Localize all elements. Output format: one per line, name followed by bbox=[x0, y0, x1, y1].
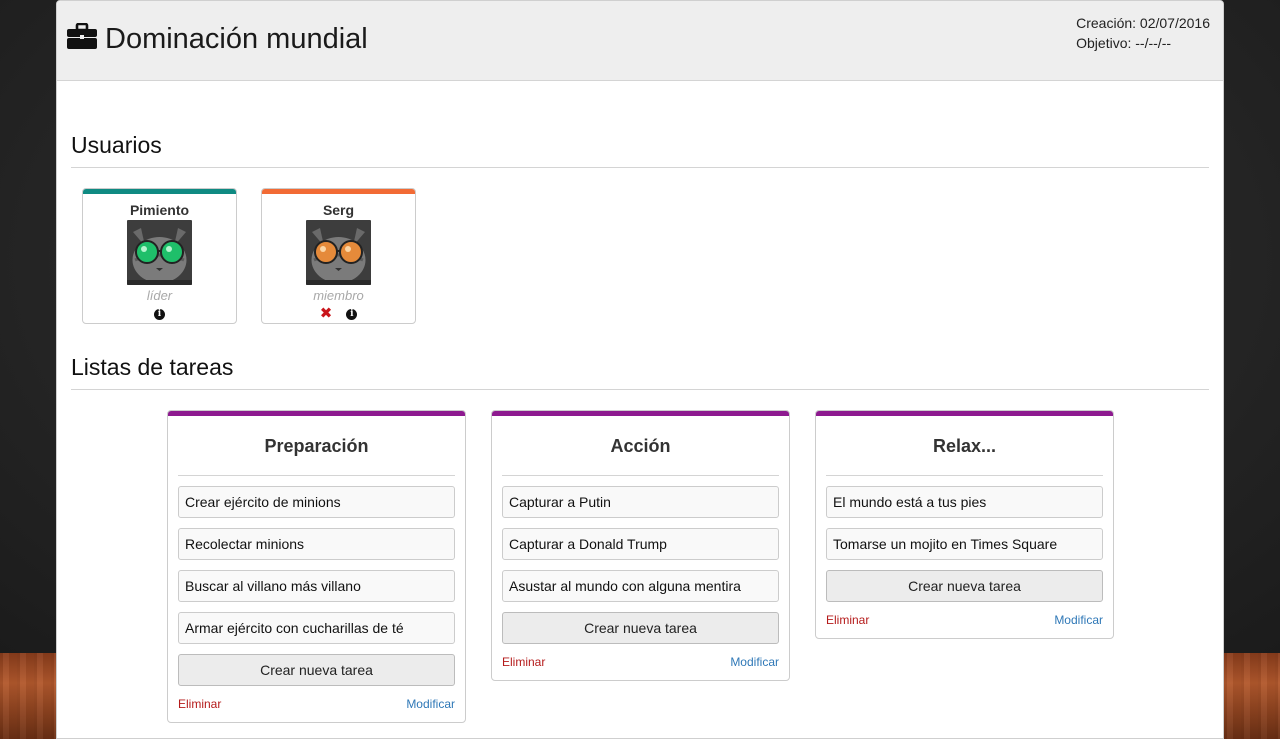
avatar bbox=[306, 220, 371, 285]
user-actions: ✖ i bbox=[262, 306, 415, 321]
project-header: Dominación mundial Creación: 02/07/2016 … bbox=[57, 1, 1223, 81]
list-color-bar bbox=[168, 411, 465, 416]
list-divider bbox=[178, 475, 455, 476]
task-lists-section-divider bbox=[71, 389, 1209, 390]
delete-list-link[interactable]: Eliminar bbox=[178, 696, 221, 712]
list-actions: Eliminar Modificar bbox=[178, 696, 455, 712]
task-lists-section-title: Listas de tareas bbox=[71, 354, 234, 380]
task-item[interactable]: Capturar a Putin bbox=[502, 486, 779, 518]
create-task-button[interactable]: Crear nueva tarea bbox=[178, 654, 455, 686]
task-item[interactable]: El mundo está a tus pies bbox=[826, 486, 1103, 518]
task-item[interactable]: Buscar al villano más villano bbox=[178, 570, 455, 602]
user-role: miembro bbox=[313, 288, 364, 303]
user-card-pimiento: Pimiento líder i bbox=[82, 188, 237, 324]
avatar bbox=[127, 220, 192, 285]
remove-user-icon[interactable]: ✖ bbox=[320, 306, 333, 321]
user-role: líder bbox=[146, 288, 173, 303]
list-actions: Eliminar Modificar bbox=[826, 612, 1103, 628]
objective-date: Objetivo: --/--/-- bbox=[1076, 35, 1172, 51]
task-item[interactable]: Asustar al mundo con alguna mentira bbox=[502, 570, 779, 602]
list-divider bbox=[826, 475, 1103, 476]
task-list-card-accion: Acción Capturar a Putin Capturar a Donal… bbox=[491, 410, 790, 681]
creation-date: Creación: 02/07/2016 bbox=[1076, 15, 1210, 31]
user-color-bar bbox=[262, 189, 415, 194]
user-actions: i bbox=[83, 307, 236, 321]
task-item[interactable]: Capturar a Donald Trump bbox=[502, 528, 779, 560]
list-divider bbox=[502, 475, 779, 476]
briefcase-icon bbox=[67, 23, 97, 49]
user-name: Pimiento bbox=[129, 202, 190, 218]
delete-list-link[interactable]: Eliminar bbox=[502, 654, 545, 670]
list-color-bar bbox=[492, 411, 789, 416]
task-item[interactable]: Crear ejército de minions bbox=[178, 486, 455, 518]
create-task-button[interactable]: Crear nueva tarea bbox=[826, 570, 1103, 602]
project-panel: Dominación mundial Creación: 02/07/2016 … bbox=[56, 0, 1224, 739]
modify-list-link[interactable]: Modificar bbox=[730, 654, 779, 670]
list-color-bar bbox=[816, 411, 1113, 416]
list-title: Relax... bbox=[932, 436, 997, 456]
user-card-serg: Serg miembro ✖ i bbox=[261, 188, 416, 324]
list-title: Acción bbox=[610, 436, 671, 456]
task-item[interactable]: Tomarse un mojito en Times Square bbox=[826, 528, 1103, 560]
task-list-card-relax: Relax... El mundo está a tus pies Tomars… bbox=[815, 410, 1114, 639]
task-item[interactable]: Armar ejército con cucharillas de té bbox=[178, 612, 455, 644]
info-icon[interactable]: i bbox=[154, 308, 165, 320]
list-actions: Eliminar Modificar bbox=[502, 654, 779, 670]
task-item[interactable]: Recolectar minions bbox=[178, 528, 455, 560]
modify-list-link[interactable]: Modificar bbox=[1054, 612, 1103, 628]
list-title: Preparación bbox=[264, 436, 369, 456]
task-list-card-preparacion: Preparación Crear ejército de minions Re… bbox=[167, 410, 466, 723]
users-section-divider bbox=[71, 167, 1209, 168]
delete-list-link[interactable]: Eliminar bbox=[826, 612, 869, 628]
user-color-bar bbox=[83, 189, 236, 194]
info-icon[interactable]: i bbox=[346, 308, 358, 320]
users-section-title: Usuarios bbox=[71, 132, 162, 158]
modify-list-link[interactable]: Modificar bbox=[406, 696, 455, 712]
project-title: Dominación mundial bbox=[105, 23, 368, 55]
create-task-button[interactable]: Crear nueva tarea bbox=[502, 612, 779, 644]
user-name: Serg bbox=[322, 202, 355, 218]
project-dates: Creación: 02/07/2016 Objetivo: --/--/-- bbox=[1076, 13, 1210, 53]
